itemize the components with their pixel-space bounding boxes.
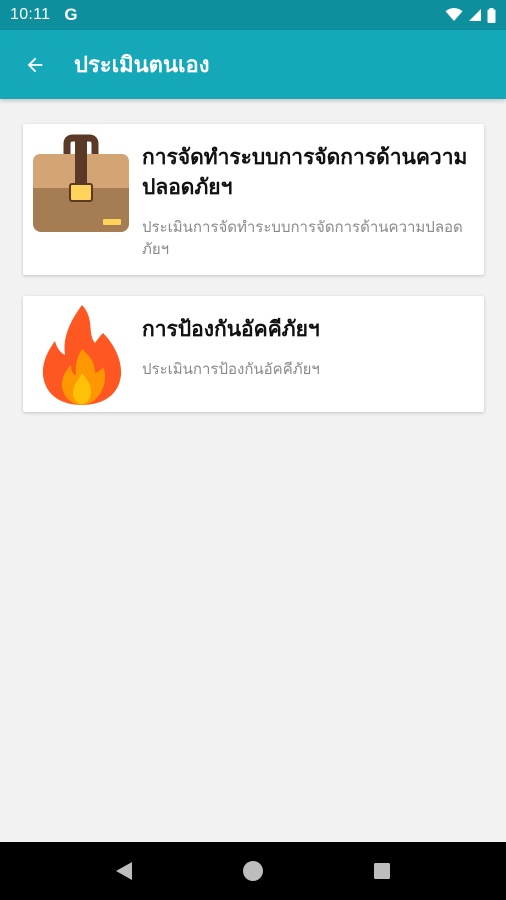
card-safety-management[interactable]: การจัดทำระบบการจัดการด้านความปลอดภัยฯ ปร… (23, 124, 484, 275)
status-icons (445, 7, 496, 23)
nav-home-icon (242, 861, 263, 881)
status-left: 10:11 G (10, 5, 78, 25)
nav-home-button[interactable] (233, 851, 273, 891)
card-title: การป้องกันอัคคีภัยฯ (142, 317, 320, 341)
google-icon: G (64, 5, 78, 24)
card-fire-prevention[interactable]: การป้องกันอัคคีภัยฯ ประเมินการป้องกันอัค… (23, 296, 484, 412)
status-bar: 10:11 G (0, 0, 506, 30)
briefcase-icon (33, 134, 129, 232)
nav-recents-icon (373, 863, 390, 879)
app-bar: ประเมินตนเอง (0, 30, 506, 99)
nav-back-icon (116, 862, 133, 880)
card-text: การป้องกันอัคคีภัยฯ ประเมินการป้องกันอัค… (142, 314, 472, 380)
wifi-icon (445, 8, 463, 21)
arrow-back-icon (27, 57, 43, 72)
signal-icon (469, 9, 481, 21)
nav-back-button[interactable] (104, 851, 144, 891)
nav-recents-button[interactable] (362, 851, 402, 891)
card-title: การจัดทำระบบการจัดการด้านความปลอดภัยฯ (142, 145, 468, 199)
fire-icon (42, 305, 122, 405)
card-subtitle: ประเมินการจัดทำระบบการจัดการด้านความปลอด… (142, 218, 463, 258)
page-title: ประเมินตนเอง (74, 53, 210, 78)
navigation-bar (0, 842, 506, 900)
status-time: 10:11 (10, 6, 51, 23)
back-button[interactable] (0, 30, 70, 99)
battery-icon (487, 7, 496, 23)
card-text: การจัดทำระบบการจัดการด้านความปลอดภัยฯ ปร… (142, 142, 472, 260)
card-subtitle: ประเมินการป้องกันอัคคีภัยฯ (142, 360, 320, 378)
